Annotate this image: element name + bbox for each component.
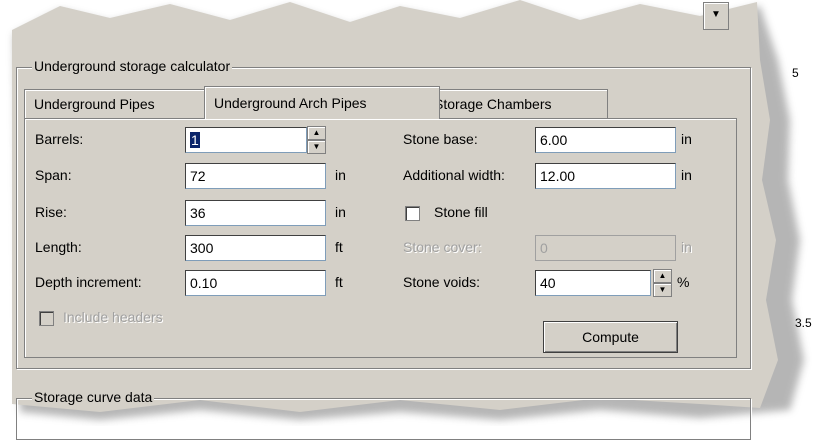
barrels-spinner[interactable]: ▲ ▼ <box>307 126 326 154</box>
span-label: Span: <box>35 167 72 183</box>
top-scroll-button[interactable]: ▼ <box>703 2 729 30</box>
depth-increment-input[interactable]: 0.10 <box>185 270 326 296</box>
arrow-down-icon[interactable]: ▼ <box>653 283 672 297</box>
rise-label: Rise: <box>35 204 67 220</box>
stone-base-label: Stone base: <box>403 131 478 147</box>
side-label-top: 5 <box>792 66 799 80</box>
arch-pipes-tab-page: Barrels: 1 ▲ ▼ Span: 72 in Rise: 36 in L… <box>24 118 737 358</box>
rise-input[interactable]: 36 <box>185 200 326 226</box>
barrels-value: 1 <box>190 132 200 148</box>
tab-label: Underground Pipes <box>34 96 155 112</box>
side-label-middle: 3.5 <box>795 316 812 330</box>
stone-fill-checkbox[interactable] <box>405 206 420 221</box>
tab-underground-arch-pipes[interactable]: Underground Arch Pipes <box>204 86 440 119</box>
stone-base-unit: in <box>681 131 692 147</box>
span-unit: in <box>335 167 346 183</box>
arrow-up-icon[interactable]: ▲ <box>653 269 672 283</box>
chevron-down-icon: ▼ <box>711 9 721 20</box>
length-unit: ft <box>335 239 343 255</box>
stone-voids-label: Stone voids: <box>403 274 481 290</box>
rise-unit: in <box>335 204 346 220</box>
arrow-down-icon[interactable]: ▼ <box>307 140 326 154</box>
tab-underground-pipes[interactable]: Underground Pipes <box>24 89 212 118</box>
tab-label: Underground Arch Pipes <box>214 95 367 111</box>
barrels-input[interactable]: 1 <box>185 127 307 153</box>
include-headers-label: Include headers <box>63 309 163 325</box>
additional-width-label: Additional width: <box>403 167 505 183</box>
stone-voids-unit: % <box>677 274 690 290</box>
length-input[interactable]: 300 <box>185 235 326 261</box>
stone-cover-label: Stone cover: <box>403 239 482 255</box>
arrow-up-icon[interactable]: ▲ <box>307 126 326 140</box>
tab-storage-chambers[interactable]: Storage Chambers <box>424 89 608 118</box>
barrels-label: Barrels: <box>35 131 84 147</box>
depth-increment-unit: ft <box>335 274 343 290</box>
tab-label: Storage Chambers <box>434 96 552 112</box>
compute-button[interactable]: Compute <box>543 321 678 353</box>
additional-width-unit: in <box>681 167 692 183</box>
depth-increment-label: Depth increment: <box>35 274 142 290</box>
calculator-group-title: Underground storage calculator <box>32 58 233 74</box>
stone-fill-label: Stone fill <box>434 204 488 220</box>
additional-width-input[interactable]: 12.00 <box>535 163 676 189</box>
stone-base-input[interactable]: 6.00 <box>535 127 676 153</box>
length-label: Length: <box>35 239 82 255</box>
span-input[interactable]: 72 <box>185 163 326 189</box>
stone-voids-spinner[interactable]: ▲ ▼ <box>653 269 672 297</box>
stone-cover-unit: in <box>681 239 692 255</box>
stone-cover-input[interactable]: 0 <box>535 235 676 261</box>
storage-curve-group-title: Storage curve data <box>32 389 155 405</box>
stone-voids-input[interactable]: 40 <box>535 270 651 296</box>
include-headers-checkbox[interactable] <box>39 311 54 326</box>
